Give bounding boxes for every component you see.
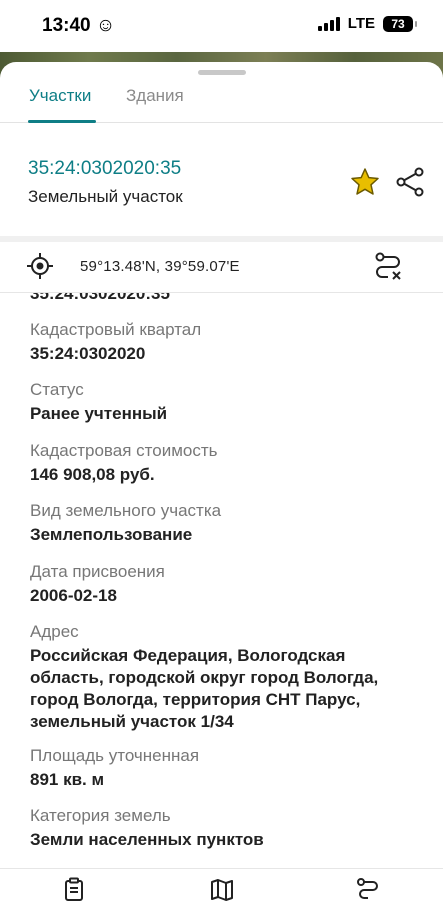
bottom-nav [0,868,443,901]
field-value: 891 кв. м [30,770,105,789]
field-value: Ранее учтенный [30,404,168,423]
field-area: Площадь уточненная 891 кв. м [30,745,420,791]
target-icon[interactable] [26,252,54,280]
status-time: 13:40 ☺ [42,15,116,36]
route-icon[interactable] [356,877,380,901]
field-label: Площадь уточненная [30,746,200,765]
coordinates-row: 59°13.48'N, 39°59.07'E [0,242,443,293]
parcel-details: 35:24:0302020:35 Кадастровый квартал 35:… [0,293,443,871]
field-label: Статус [30,380,84,399]
map-icon[interactable] [210,877,234,901]
field-value-line: область, городской округ город Вологда, [30,668,379,687]
status-indicators: LTE 73 [317,15,417,32]
field-assignment-date: Дата присвоения 2006-02-18 [30,561,420,607]
field-label: Адрес [30,622,79,641]
tab-bar: Участки Здания [0,82,443,123]
field-land-kind: Вид земельного участка Землепользование [30,500,420,546]
cadastral-number[interactable]: 35:24:0302020:35 [28,158,181,180]
field-value: 35:24:0302020 [30,344,146,363]
cadastral-number-value: 35:24:0302020:35 [30,293,170,303]
sheet-grabber[interactable] [198,70,246,75]
field-value-line: земельный участок 1/34 [30,712,234,731]
tab-buildings[interactable]: Здания [126,86,184,106]
field-cadastral-quarter: Кадастровый квартал 35:24:0302020 [30,319,420,365]
field-label: Кадастровая стоимость [30,441,218,460]
field-label: Кадастровый квартал [30,320,202,339]
field-value: Землепользование [30,525,193,544]
field-value: 2006-02-18 [30,586,117,605]
field-value: Земли населенных пунктов [30,830,264,849]
parcel-type: Земельный участок [28,187,183,206]
field-land-category: Категория земель Земли населенных пункто… [30,805,420,851]
field-label: Дата присвоения [30,562,165,581]
status-bar: 13:40 ☺ LTE 73 [0,0,443,52]
share-icon[interactable] [394,166,426,198]
field-cadastral-value: Кадастровая стоимость 146 908,08 руб. [30,440,420,486]
coordinates-text[interactable]: 59°13.48'N, 39°59.07'E [80,258,240,275]
route-icon[interactable] [372,250,404,282]
field-value: 146 908,08 руб. [30,465,155,484]
field-label: Вид земельного участка [30,501,222,520]
field-label: Категория земель [30,806,171,825]
network-label: LTE [347,15,375,32]
field-value-line: город Вологда, территория СНТ Парус, [30,690,361,709]
field-value-line: Российская Федерация, Вологодская [30,646,346,665]
star-icon[interactable] [349,166,381,198]
clipboard-icon[interactable] [62,877,86,901]
field-address: Адрес Российская Федерация, Вологодская … [30,621,420,733]
battery-icon: 73 [383,15,417,32]
tab-parcels[interactable]: Участки [29,86,91,106]
field-status: Статус Ранее учтенный [30,379,420,425]
signal-icon [317,16,340,31]
active-tab-indicator [28,120,96,123]
